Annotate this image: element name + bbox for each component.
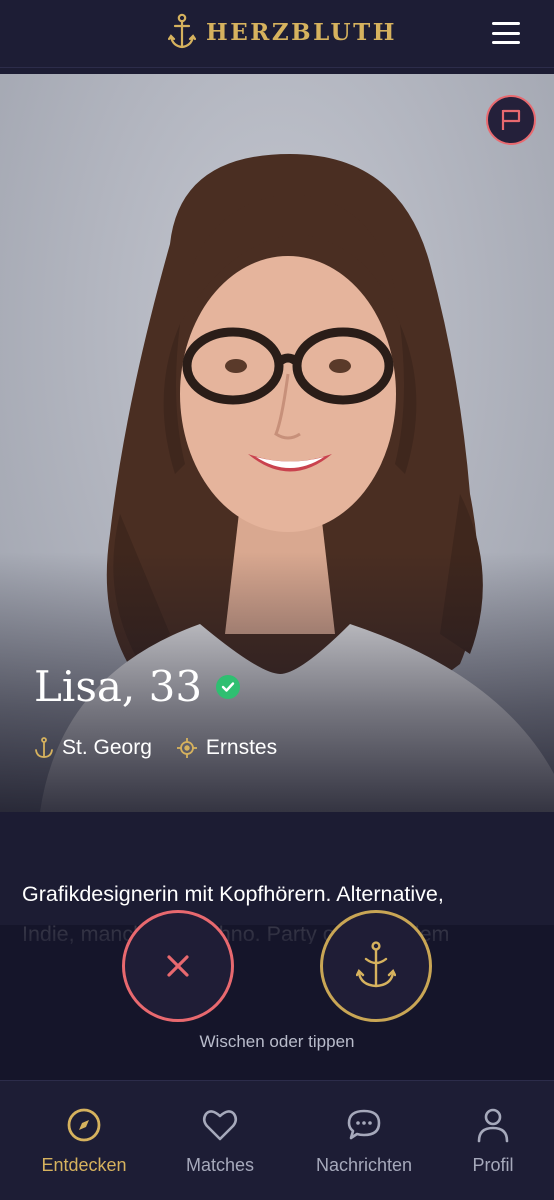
menu-bar xyxy=(492,22,520,25)
nav-item-nachrichten[interactable]: Nachrichten xyxy=(304,1105,424,1176)
flag-icon xyxy=(501,109,521,130)
nav-item-matches[interactable]: Matches xyxy=(160,1105,280,1176)
nav-item-profil[interactable]: Profil xyxy=(433,1105,553,1176)
profile-name-age: Lisa, 33 xyxy=(34,662,203,711)
nav-label: Entdecken xyxy=(41,1155,127,1175)
brand-logo[interactable]: HERZBLUTH xyxy=(168,12,397,52)
target-icon xyxy=(176,738,197,758)
like-button[interactable] xyxy=(320,910,432,1022)
anchor-icon xyxy=(356,941,396,988)
nav-item-entdecken[interactable]: Entdecken xyxy=(24,1105,144,1176)
swipe-hint: Wischen oder tippen xyxy=(199,1032,355,1051)
menu-bar xyxy=(492,31,520,35)
app-header: HERZBLUTH xyxy=(0,0,554,68)
heart-icon xyxy=(200,1105,240,1145)
intention-info: Ernstes xyxy=(176,736,277,760)
brand-name: HERZBLUTH xyxy=(206,18,397,46)
nav-label: Matches xyxy=(185,1155,255,1175)
anchor-icon xyxy=(35,737,53,758)
bio-fade-overlay xyxy=(0,925,554,1080)
user-icon xyxy=(473,1105,513,1145)
profile-name-row: Lisa, 33 xyxy=(34,662,241,711)
intention-label: Ernstes xyxy=(205,736,278,759)
close-icon xyxy=(167,955,189,977)
verified-badge xyxy=(216,674,241,699)
district-label: St. Georg xyxy=(62,736,152,759)
compass-icon xyxy=(64,1105,104,1145)
chat-bubble-icon xyxy=(344,1105,384,1145)
menu-button[interactable] xyxy=(492,22,520,44)
check-icon xyxy=(221,681,235,692)
profile-photo-card[interactable]: Lisa, 33 St. Georg Ernstes xyxy=(0,74,554,812)
menu-bar xyxy=(492,41,520,44)
nav-label: Nachrichten xyxy=(315,1155,413,1175)
report-button[interactable] xyxy=(486,95,536,145)
bottom-nav: Entdecken Matches Nachrichten Profil xyxy=(0,1080,554,1200)
anchor-icon xyxy=(168,13,196,49)
profile-meta-row: St. Georg Ernstes xyxy=(34,736,291,760)
bio-line: Grafikdesignerin mit Kopfhörern. Alterna… xyxy=(22,882,444,906)
pass-button[interactable] xyxy=(122,910,234,1022)
nav-label: Profil xyxy=(472,1155,514,1175)
district-info: St. Georg xyxy=(34,736,152,760)
